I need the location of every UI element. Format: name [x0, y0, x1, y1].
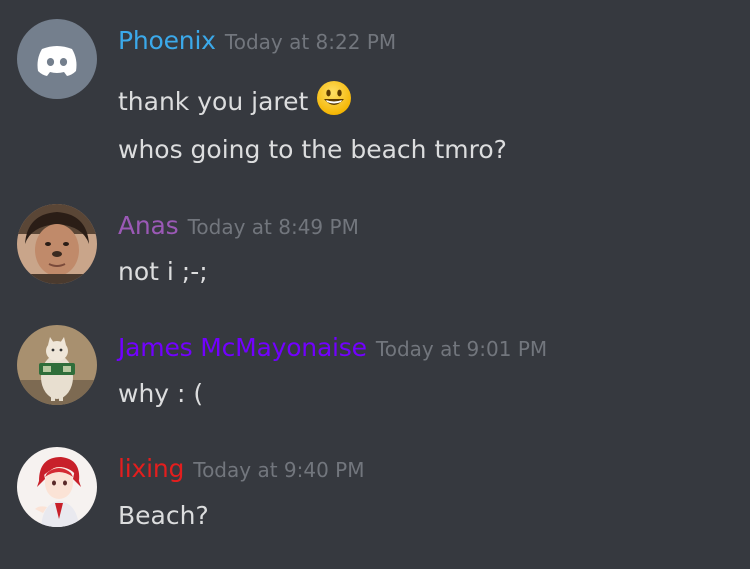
- message-header: Anas Today at 8:49 PM: [118, 213, 359, 238]
- message-text: not i ;-;: [118, 257, 208, 286]
- message-content: thank you jaret: [118, 87, 309, 116]
- timestamp: Today at 9:01 PM: [375, 337, 548, 361]
- smiley-emoji-icon: [316, 80, 352, 120]
- timestamp: Today at 8:49 PM: [187, 215, 359, 239]
- username[interactable]: James McMayonaise: [118, 333, 367, 362]
- cat-photo-icon: [17, 325, 97, 405]
- avatar[interactable]: [17, 204, 97, 284]
- username[interactable]: lixing: [118, 454, 184, 483]
- avatar[interactable]: [17, 19, 97, 99]
- chat-message-list: Phoenix Today at 8:22 PM thank you jaret: [0, 0, 750, 569]
- avatar[interactable]: [17, 325, 97, 405]
- message-text: whos going to the beach tmro?: [118, 135, 507, 164]
- message-header: lixing Today at 9:40 PM: [118, 456, 365, 481]
- username[interactable]: Phoenix: [118, 26, 216, 55]
- message-text: Beach?: [118, 501, 209, 530]
- timestamp: Today at 8:22 PM: [224, 30, 397, 54]
- timestamp: Today at 9:40 PM: [193, 458, 365, 482]
- discord-logo-icon: [17, 19, 97, 99]
- message-header: Phoenix Today at 8:22 PM: [118, 28, 396, 53]
- message-text: why : (: [118, 379, 204, 408]
- message-text: thank you jaret: [118, 80, 352, 123]
- username[interactable]: Anas: [118, 211, 179, 240]
- anime-character-icon: [17, 447, 97, 527]
- message-header: James McMayonaise Today at 9:01 PM: [118, 335, 547, 360]
- user-photo-icon: [17, 204, 97, 284]
- avatar[interactable]: [17, 447, 97, 527]
